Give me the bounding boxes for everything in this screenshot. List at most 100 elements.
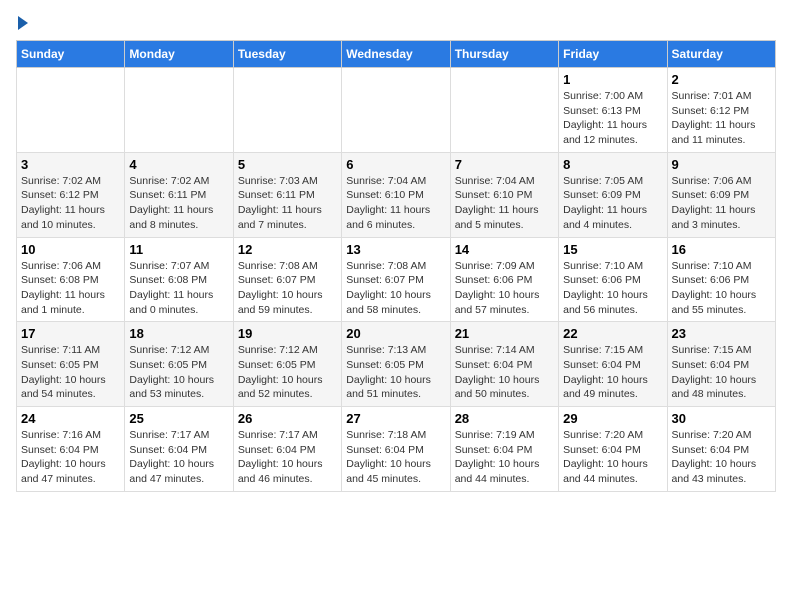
day-number: 24 [21,411,120,426]
day-info: Sunrise: 7:02 AM Sunset: 6:11 PM Dayligh… [129,174,228,233]
day-number: 4 [129,157,228,172]
day-number: 19 [238,326,337,341]
day-number: 10 [21,242,120,257]
calendar-cell: 25 Sunrise: 7:17 AM Sunset: 6:04 PM Dayli… [125,407,233,492]
calendar-cell: 2 Sunrise: 7:01 AM Sunset: 6:12 PM Daylig… [667,68,775,153]
calendar-week-0: 1 Sunrise: 7:00 AM Sunset: 6:13 PM Daylig… [17,68,776,153]
day-number: 22 [563,326,662,341]
day-number: 14 [455,242,554,257]
day-info: Sunrise: 7:03 AM Sunset: 6:11 PM Dayligh… [238,174,337,233]
day-info: Sunrise: 7:20 AM Sunset: 6:04 PM Dayligh… [672,428,771,487]
calendar-cell: 13 Sunrise: 7:08 AM Sunset: 6:07 PM Dayli… [342,237,450,322]
calendar-week-4: 24 Sunrise: 7:16 AM Sunset: 6:04 PM Dayli… [17,407,776,492]
day-number: 23 [672,326,771,341]
calendar-cell: 26 Sunrise: 7:17 AM Sunset: 6:04 PM Dayli… [233,407,341,492]
calendar-cell: 20 Sunrise: 7:13 AM Sunset: 6:05 PM Dayli… [342,322,450,407]
day-info: Sunrise: 7:12 AM Sunset: 6:05 PM Dayligh… [238,343,337,402]
day-info: Sunrise: 7:00 AM Sunset: 6:13 PM Dayligh… [563,89,662,148]
calendar-cell: 18 Sunrise: 7:12 AM Sunset: 6:05 PM Dayli… [125,322,233,407]
day-info: Sunrise: 7:13 AM Sunset: 6:05 PM Dayligh… [346,343,445,402]
calendar-week-1: 3 Sunrise: 7:02 AM Sunset: 6:12 PM Daylig… [17,152,776,237]
day-info: Sunrise: 7:07 AM Sunset: 6:08 PM Dayligh… [129,259,228,318]
day-info: Sunrise: 7:01 AM Sunset: 6:12 PM Dayligh… [672,89,771,148]
day-info: Sunrise: 7:10 AM Sunset: 6:06 PM Dayligh… [563,259,662,318]
day-info: Sunrise: 7:05 AM Sunset: 6:09 PM Dayligh… [563,174,662,233]
day-info: Sunrise: 7:06 AM Sunset: 6:09 PM Dayligh… [672,174,771,233]
day-number: 29 [563,411,662,426]
day-info: Sunrise: 7:14 AM Sunset: 6:04 PM Dayligh… [455,343,554,402]
calendar-cell: 29 Sunrise: 7:20 AM Sunset: 6:04 PM Dayli… [559,407,667,492]
calendar-cell: 14 Sunrise: 7:09 AM Sunset: 6:06 PM Dayli… [450,237,558,322]
calendar-cell: 28 Sunrise: 7:19 AM Sunset: 6:04 PM Dayli… [450,407,558,492]
calendar-cell: 5 Sunrise: 7:03 AM Sunset: 6:11 PM Daylig… [233,152,341,237]
day-number: 25 [129,411,228,426]
day-info: Sunrise: 7:17 AM Sunset: 6:04 PM Dayligh… [129,428,228,487]
day-info: Sunrise: 7:10 AM Sunset: 6:06 PM Dayligh… [672,259,771,318]
day-info: Sunrise: 7:09 AM Sunset: 6:06 PM Dayligh… [455,259,554,318]
day-info: Sunrise: 7:20 AM Sunset: 6:04 PM Dayligh… [563,428,662,487]
day-header-saturday: Saturday [667,41,775,68]
day-header-thursday: Thursday [450,41,558,68]
day-number: 5 [238,157,337,172]
logo-arrow-icon [18,16,28,30]
calendar-week-3: 17Sunrise: 7:11 AM Sunset: 6:05 PM Dayli… [17,322,776,407]
day-number: 2 [672,72,771,87]
day-info: Sunrise: 7:16 AM Sunset: 6:04 PM Dayligh… [21,428,120,487]
calendar-header-row: SundayMondayTuesdayWednesdayThursdayFrid… [17,41,776,68]
day-number: 28 [455,411,554,426]
calendar-cell: 21 Sunrise: 7:14 AM Sunset: 6:04 PM Dayli… [450,322,558,407]
day-number: 1 [563,72,662,87]
calendar-cell: 16 Sunrise: 7:10 AM Sunset: 6:06 PM Dayli… [667,237,775,322]
day-number: 20 [346,326,445,341]
calendar-week-2: 10 Sunrise: 7:06 AM Sunset: 6:08 PM Dayli… [17,237,776,322]
day-number: 21 [455,326,554,341]
day-info: Sunrise: 7:12 AM Sunset: 6:05 PM Dayligh… [129,343,228,402]
day-number: 27 [346,411,445,426]
day-number: 7 [455,157,554,172]
calendar-cell: 15 Sunrise: 7:10 AM Sunset: 6:06 PM Dayli… [559,237,667,322]
calendar-cell [125,68,233,153]
day-header-friday: Friday [559,41,667,68]
calendar-table: SundayMondayTuesdayWednesdayThursdayFrid… [16,40,776,492]
day-number: 12 [238,242,337,257]
day-info: Sunrise: 7:02 AM Sunset: 6:12 PM Dayligh… [21,174,120,233]
day-info: Sunrise: 7:04 AM Sunset: 6:10 PM Dayligh… [455,174,554,233]
day-number: 17 [21,326,120,341]
day-header-monday: Monday [125,41,233,68]
day-number: 6 [346,157,445,172]
day-number: 3 [21,157,120,172]
day-info: Sunrise: 7:19 AM Sunset: 6:04 PM Dayligh… [455,428,554,487]
day-number: 18 [129,326,228,341]
day-info: Sunrise: 7:08 AM Sunset: 6:07 PM Dayligh… [346,259,445,318]
day-info: Sunrise: 7:15 AM Sunset: 6:04 PM Dayligh… [563,343,662,402]
day-number: 26 [238,411,337,426]
logo [16,16,28,30]
day-header-sunday: Sunday [17,41,125,68]
calendar-cell [17,68,125,153]
calendar-cell: 27Sunrise: 7:18 AM Sunset: 6:04 PM Dayli… [342,407,450,492]
calendar-cell: 10 Sunrise: 7:06 AM Sunset: 6:08 PM Dayli… [17,237,125,322]
day-number: 30 [672,411,771,426]
day-number: 16 [672,242,771,257]
calendar-cell: 11 Sunrise: 7:07 AM Sunset: 6:08 PM Dayli… [125,237,233,322]
calendar-cell: 30 Sunrise: 7:20 AM Sunset: 6:04 PM Dayli… [667,407,775,492]
day-header-tuesday: Tuesday [233,41,341,68]
day-number: 11 [129,242,228,257]
calendar-cell: 23 Sunrise: 7:15 AM Sunset: 6:04 PM Dayli… [667,322,775,407]
day-number: 13 [346,242,445,257]
day-info: Sunrise: 7:15 AM Sunset: 6:04 PM Dayligh… [672,343,771,402]
day-header-wednesday: Wednesday [342,41,450,68]
day-info: Sunrise: 7:17 AM Sunset: 6:04 PM Dayligh… [238,428,337,487]
calendar-cell [233,68,341,153]
calendar-cell: 17Sunrise: 7:11 AM Sunset: 6:05 PM Dayli… [17,322,125,407]
day-info: Sunrise: 7:06 AM Sunset: 6:08 PM Dayligh… [21,259,120,318]
calendar-cell: 8Sunrise: 7:05 AM Sunset: 6:09 PM Daylig… [559,152,667,237]
page-header [16,16,776,30]
calendar-cell: 4 Sunrise: 7:02 AM Sunset: 6:11 PM Daylig… [125,152,233,237]
day-number: 9 [672,157,771,172]
day-number: 15 [563,242,662,257]
calendar-cell: 24 Sunrise: 7:16 AM Sunset: 6:04 PM Dayli… [17,407,125,492]
calendar-cell: 7 Sunrise: 7:04 AM Sunset: 6:10 PM Daylig… [450,152,558,237]
calendar-cell: 22 Sunrise: 7:15 AM Sunset: 6:04 PM Dayli… [559,322,667,407]
calendar-cell: 3 Sunrise: 7:02 AM Sunset: 6:12 PM Daylig… [17,152,125,237]
